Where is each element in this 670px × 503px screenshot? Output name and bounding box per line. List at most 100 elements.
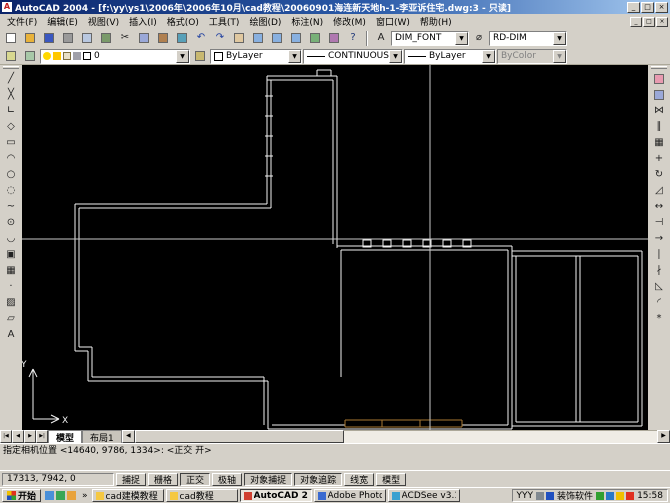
plot-preview-button[interactable] xyxy=(78,31,96,46)
toggle-snap[interactable]: 捕捉 xyxy=(116,473,146,486)
ime-icon[interactable] xyxy=(546,492,554,500)
make-block-button[interactable]: ▦ xyxy=(2,263,20,278)
menu-dimension[interactable]: 标注(N) xyxy=(286,14,328,29)
layer-states-button[interactable] xyxy=(21,49,39,64)
toggle-otrack[interactable]: 对象追踪 xyxy=(294,473,342,486)
tray-yellow-app-icon[interactable] xyxy=(616,492,624,500)
tab-nav-3[interactable]: ▶| xyxy=(36,430,48,443)
break-at-point-button[interactable]: ∣ xyxy=(650,247,668,262)
paste-button[interactable] xyxy=(154,31,172,46)
hscrollbar-track[interactable] xyxy=(135,430,657,443)
zoom-previous-button[interactable] xyxy=(287,31,305,46)
quick-launch-chevron[interactable]: » xyxy=(80,491,90,501)
menu-modify[interactable]: 修改(M) xyxy=(328,14,371,29)
menu-window[interactable]: 窗口(W) xyxy=(371,14,415,29)
plot-button[interactable] xyxy=(59,31,77,46)
toggle-ortho[interactable]: 正交 xyxy=(180,473,210,486)
task-adobe-photoshop[interactable]: Adobe Photo... xyxy=(314,489,386,502)
tab-nav-2[interactable]: ▶ xyxy=(24,430,36,443)
toggle-polar[interactable]: 极轴 xyxy=(212,473,242,486)
start-button[interactable]: 开始 xyxy=(2,489,41,502)
combo-arrow-icon[interactable]: ▼ xyxy=(482,50,495,63)
zoom-realtime-button[interactable] xyxy=(249,31,267,46)
task-acdsee[interactable]: ACDSee v3.1... xyxy=(388,489,460,502)
dim-style-button[interactable]: ⌀ xyxy=(470,31,488,46)
ellipse-button[interactable]: ⊙ xyxy=(2,215,20,230)
close-button[interactable]: × xyxy=(655,2,668,13)
maximize-button[interactable]: □ xyxy=(641,2,654,13)
ellipse-arc-button[interactable]: ◡ xyxy=(2,231,20,246)
pan-realtime-button[interactable] xyxy=(230,31,248,46)
task-autocad[interactable]: AutoCAD 200... xyxy=(240,489,312,502)
coordinate-readout[interactable]: 17313, 7942, 0 xyxy=(2,473,114,486)
arc-button[interactable]: ◠ xyxy=(2,151,20,166)
help-button[interactable]: ? xyxy=(344,31,362,46)
properties-button[interactable] xyxy=(306,31,324,46)
tray-red-app-icon[interactable] xyxy=(626,492,634,500)
volume-icon[interactable] xyxy=(536,492,544,500)
explode-button[interactable]: * xyxy=(650,311,668,326)
toggle-model-space[interactable]: 模型 xyxy=(376,473,406,486)
floor-plan-drawing[interactable]: YX xyxy=(22,65,648,430)
menu-format[interactable]: 格式(O) xyxy=(162,14,204,29)
polyline-button[interactable]: ∟ xyxy=(2,103,20,118)
region-button[interactable]: ▱ xyxy=(2,311,20,326)
toolbar-drag-handle[interactable] xyxy=(3,66,19,69)
drawing-viewport[interactable]: YX xyxy=(22,65,648,430)
extend-button[interactable]: → xyxy=(650,231,668,246)
menu-tools[interactable]: 工具(T) xyxy=(204,14,245,29)
hatch-button[interactable]: ▨ xyxy=(2,295,20,310)
zoom-window-button[interactable] xyxy=(268,31,286,46)
horizontal-scrollbar[interactable]: ◀ ▶ xyxy=(122,430,670,443)
save-button[interactable] xyxy=(40,31,58,46)
match-properties-button[interactable] xyxy=(173,31,191,46)
color-combo[interactable]: ByLayer ▼ xyxy=(210,49,302,64)
tray-green-app-icon[interactable] xyxy=(596,492,604,500)
scroll-left-arrow[interactable]: ◀ xyxy=(122,430,135,443)
menu-file[interactable]: 文件(F) xyxy=(2,14,42,29)
break-button[interactable]: ∤ xyxy=(650,263,668,278)
combo-arrow-icon[interactable]: ▼ xyxy=(389,50,402,63)
menu-edit[interactable]: 编辑(E) xyxy=(42,14,83,29)
show-desktop-icon[interactable] xyxy=(56,491,65,500)
menu-help[interactable]: 帮助(H) xyxy=(415,14,457,29)
insert-block-button[interactable]: ▣ xyxy=(2,247,20,262)
offset-button[interactable]: ∥ xyxy=(650,119,668,134)
construction-line-button[interactable]: ╳ xyxy=(2,87,20,102)
open-button[interactable] xyxy=(21,31,39,46)
revision-cloud-button[interactable]: ◌ xyxy=(2,183,20,198)
undo-button[interactable]: ↶ xyxy=(192,31,210,46)
hscrollbar-thumb[interactable] xyxy=(135,430,344,443)
array-button[interactable]: ▦ xyxy=(650,135,668,150)
combo-arrow-icon[interactable]: ▼ xyxy=(176,50,189,63)
dim-style-combo[interactable]: RD-DIM ▼ xyxy=(489,31,567,46)
toggle-grid[interactable]: 栅格 xyxy=(148,473,178,486)
stretch-button[interactable]: ↔ xyxy=(650,199,668,214)
line-button[interactable]: ╱ xyxy=(2,71,20,86)
point-button[interactable]: · xyxy=(2,279,20,294)
combo-arrow-icon[interactable]: ▼ xyxy=(553,32,566,45)
erase-button[interactable] xyxy=(650,71,668,86)
rotate-button[interactable]: ↻ xyxy=(650,167,668,182)
copy-object-button[interactable] xyxy=(650,87,668,102)
combo-arrow-icon[interactable]: ▼ xyxy=(455,32,468,45)
redo-button[interactable]: ↷ xyxy=(211,31,229,46)
combo-arrow-icon[interactable]: ▼ xyxy=(288,50,301,63)
toggle-osnap[interactable]: 对象捕捉 xyxy=(244,473,292,486)
circle-button[interactable]: ○ xyxy=(2,167,20,182)
menu-view[interactable]: 视图(V) xyxy=(83,14,124,29)
multiline-text-button[interactable]: A xyxy=(2,327,20,342)
mdi-close-button[interactable]: × xyxy=(656,17,668,27)
minimize-button[interactable]: _ xyxy=(627,2,640,13)
polygon-button[interactable]: ◇ xyxy=(2,119,20,134)
media-player-icon[interactable] xyxy=(67,491,76,500)
command-window[interactable]: 指定相机位置 <14640, 9786, 1334>: <正交 开> xyxy=(0,443,670,470)
menu-insert[interactable]: 插入(I) xyxy=(124,14,162,29)
publish-button[interactable] xyxy=(97,31,115,46)
tab-layout1[interactable]: 布局1 xyxy=(82,430,122,443)
mirror-button[interactable]: ⋈ xyxy=(650,103,668,118)
trim-button[interactable]: ⊣ xyxy=(650,215,668,230)
task-cad-tutorial[interactable]: cad教程 xyxy=(166,489,238,502)
task-cad-modeling-tutorial[interactable]: cad建模教程 xyxy=(92,489,164,502)
tab-model[interactable]: 模型 xyxy=(48,430,82,443)
